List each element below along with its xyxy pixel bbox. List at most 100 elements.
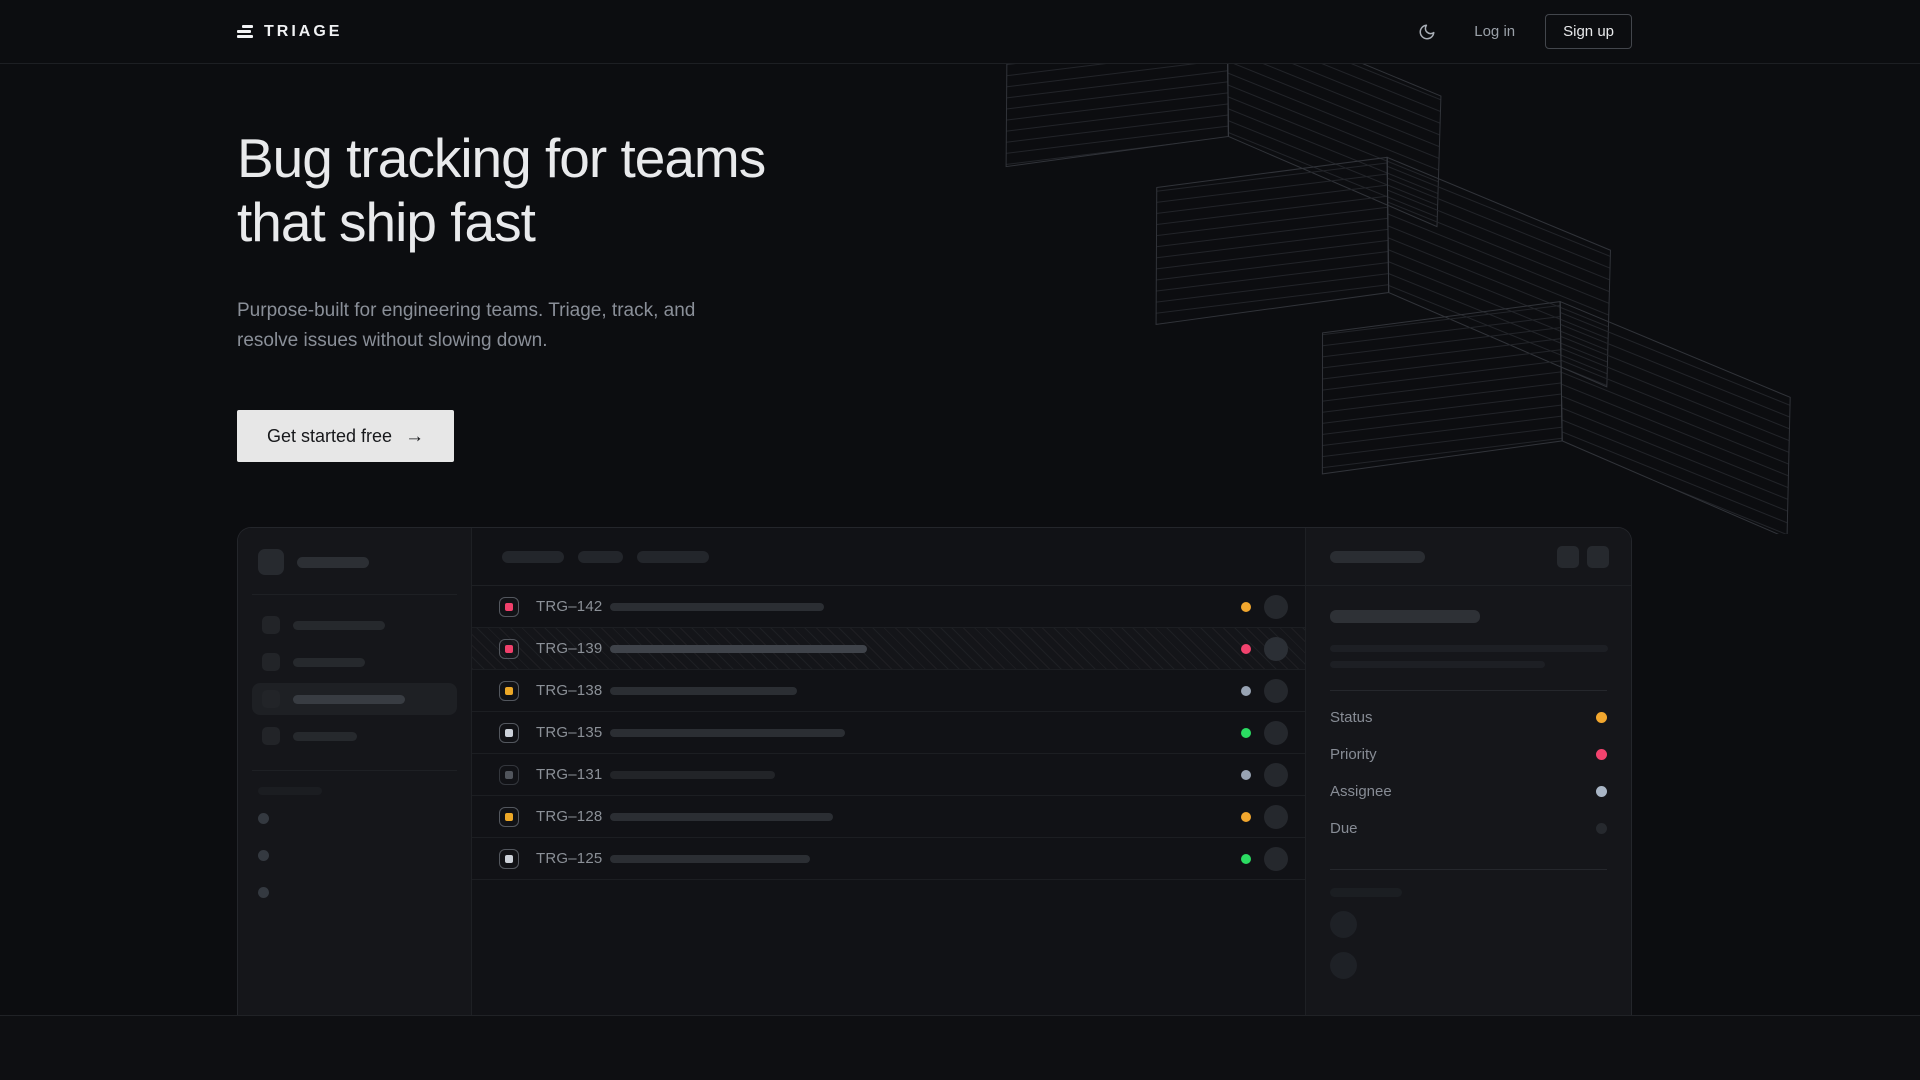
sidebar-item-icon [262, 690, 280, 708]
hero-subtitle: Purpose-built for engineering teams. Tri… [237, 296, 937, 356]
detail-field-label: Status [1330, 709, 1373, 726]
sidebar-skeleton-item[interactable] [252, 646, 457, 678]
mockup-detail-panel: Status Priority Assignee Due [1305, 528, 1631, 1016]
toolbar-tab-skeleton[interactable] [637, 551, 709, 563]
issue-status-dot [1241, 812, 1251, 822]
mockup-sidebar-header [238, 548, 471, 576]
issue-status-dot [1241, 854, 1251, 864]
skeleton-bar [293, 695, 405, 704]
sidebar-item-icon [262, 653, 280, 671]
next-section-strip [0, 1016, 1920, 1080]
issue-assignee-avatar[interactable] [1264, 763, 1288, 787]
skeleton-bar [293, 621, 385, 630]
detail-field-row[interactable]: Assignee [1330, 773, 1607, 810]
cta-label: Get started free [267, 426, 392, 447]
issue-row[interactable]: TRG–135 [472, 712, 1305, 754]
detail-field-dot [1596, 749, 1607, 760]
mockup-sidebar [238, 528, 472, 1016]
sidebar-dot [258, 813, 269, 824]
sidebar-item-icon [262, 727, 280, 745]
issue-status-dot [1241, 728, 1251, 738]
arrow-right-icon: → [405, 427, 424, 446]
skeleton-bar [1330, 551, 1425, 563]
issue-id: TRG–139 [536, 640, 610, 657]
detail-field-label: Priority [1330, 746, 1377, 763]
issue-row[interactable]: TRG–138 [472, 670, 1305, 712]
mockup-workspace-icon [258, 549, 284, 575]
issue-assignee-avatar[interactable] [1264, 721, 1288, 745]
detail-field-label: Assignee [1330, 783, 1392, 800]
issue-checkbox-icon[interactable] [499, 681, 519, 701]
detail-field-row[interactable]: Priority [1330, 736, 1607, 773]
issue-status-dot [1241, 602, 1251, 612]
avatar [1330, 911, 1357, 938]
get-started-button[interactable]: Get started free → [237, 410, 454, 462]
toolbar-tab-skeleton[interactable] [502, 551, 564, 563]
divider [252, 770, 457, 771]
issue-checkbox-icon[interactable] [499, 765, 519, 785]
issue-id: TRG–128 [536, 808, 610, 825]
panel-action-button[interactable] [1557, 546, 1579, 568]
detail-text-skeleton [1330, 661, 1545, 668]
issue-status-dot [1241, 686, 1251, 696]
detail-fields: Status Priority Assignee Due [1330, 699, 1607, 847]
skeleton-bar [1330, 888, 1402, 897]
brand-name: TRIAGE [264, 23, 342, 41]
issue-title-skeleton [610, 771, 775, 779]
signup-button[interactable]: Sign up [1545, 14, 1632, 49]
detail-field-dot [1596, 786, 1607, 797]
detail-field-label: Due [1330, 820, 1358, 837]
hero-section: Bug tracking for teams that ship fast Pu… [0, 64, 1920, 1016]
skeleton-bar [297, 557, 369, 568]
issue-status-dot [1241, 770, 1251, 780]
panel-action-button[interactable] [1587, 546, 1609, 568]
detail-field-dot [1596, 712, 1607, 723]
issue-title-skeleton [610, 645, 867, 653]
issue-assignee-avatar[interactable] [1264, 805, 1288, 829]
issue-title-skeleton [610, 813, 833, 821]
issue-title-skeleton [610, 603, 824, 611]
issue-checkbox-icon[interactable] [499, 723, 519, 743]
divider [1330, 690, 1607, 691]
skeleton-bar [258, 787, 322, 795]
sidebar-skeleton-item[interactable] [252, 609, 457, 641]
mockup-issue-list-pane: TRG–142 TRG–139 TRG–138 TRG–135 TRG–131 … [472, 528, 1305, 1016]
detail-title-skeleton [1330, 610, 1480, 623]
issue-id: TRG–125 [536, 850, 610, 867]
issue-assignee-avatar[interactable] [1264, 595, 1288, 619]
issue-title-skeleton [610, 729, 845, 737]
issue-id: TRG–138 [536, 682, 610, 699]
toolbar-tab-skeleton[interactable] [578, 551, 623, 563]
sidebar-dot [258, 887, 269, 898]
sidebar-dot [258, 850, 269, 861]
issue-id: TRG–131 [536, 766, 610, 783]
detail-field-row[interactable]: Due [1330, 810, 1607, 847]
issue-assignee-avatar[interactable] [1264, 637, 1288, 661]
issue-checkbox-icon[interactable] [499, 597, 519, 617]
issue-status-dot [1241, 644, 1251, 654]
app-mockup-card: TRG–142 TRG–139 TRG–138 TRG–135 TRG–131 … [237, 527, 1632, 1016]
issue-row[interactable]: TRG–125 [472, 838, 1305, 880]
theme-toggle-button[interactable] [1410, 15, 1444, 49]
issue-assignee-avatar[interactable] [1264, 847, 1288, 871]
sidebar-skeleton-item-active[interactable] [252, 683, 457, 715]
sidebar-skeleton-item[interactable] [252, 720, 457, 752]
divider [252, 594, 457, 595]
detail-field-row[interactable]: Status [1330, 699, 1607, 736]
issue-title-skeleton [610, 687, 797, 695]
sidebar-item-icon [262, 616, 280, 634]
detail-field-dot [1596, 823, 1607, 834]
brand-logo[interactable]: TRIAGE [237, 23, 342, 41]
detail-text-skeleton [1330, 645, 1608, 652]
moon-icon [1418, 23, 1436, 41]
issue-row[interactable]: TRG–142 [472, 586, 1305, 628]
issue-row[interactable]: TRG–128 [472, 796, 1305, 838]
detail-panel-header [1306, 528, 1631, 586]
issue-assignee-avatar[interactable] [1264, 679, 1288, 703]
issue-checkbox-icon[interactable] [499, 639, 519, 659]
issue-checkbox-icon[interactable] [499, 807, 519, 827]
issue-row[interactable]: TRG–131 [472, 754, 1305, 796]
issue-row[interactable]: TRG–139 [472, 628, 1305, 670]
issue-checkbox-icon[interactable] [499, 849, 519, 869]
login-link[interactable]: Log in [1474, 23, 1515, 40]
